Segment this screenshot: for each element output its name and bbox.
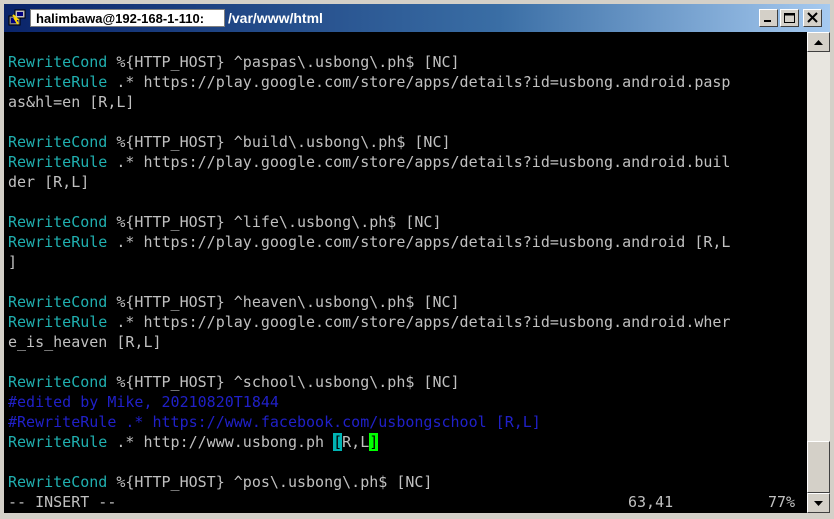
directive-args: .* https://play.google.com/store/apps/de… bbox=[107, 153, 731, 171]
directive-keyword: RewriteCond bbox=[8, 473, 108, 491]
directive-keyword: RewriteCond bbox=[8, 133, 108, 151]
directive-line: RewriteCond %{HTTP_HOST} ^pos\.usbong\.p… bbox=[8, 472, 432, 492]
directive-keyword: RewriteRule bbox=[8, 73, 108, 91]
directive-line: RewriteCond %{HTTP_HOST} ^school\.usbong… bbox=[8, 372, 460, 392]
comment-line: #RewriteRule .* https://www.facebook.com… bbox=[8, 413, 541, 431]
directive-keyword: RewriteCond bbox=[8, 213, 108, 231]
directive-args: .* https://play.google.com/store/apps/de… bbox=[107, 313, 731, 331]
directive-line: RewriteCond %{HTTP_HOST} ^paspas\.usbong… bbox=[8, 52, 460, 72]
directive-line: RewriteCond %{HTTP_HOST} ^heaven\.usbong… bbox=[8, 292, 460, 312]
directive-args: .* https://play.google.com/store/apps/de… bbox=[107, 233, 731, 251]
directive-args: %{HTTP_HOST} ^build\.usbong\.ph$ [NC] bbox=[107, 133, 451, 151]
directive-line: RewriteRule .* https://play.google.com/s… bbox=[8, 72, 730, 92]
directive-args: %{HTTP_HOST} ^life\.usbong\.ph$ [NC] bbox=[107, 213, 442, 231]
directive-keyword: RewriteRule bbox=[8, 153, 108, 171]
directive-line: RewriteCond %{HTTP_HOST} ^build\.usbong\… bbox=[8, 132, 451, 152]
comment-line: #edited by Mike, 20210820T1844 bbox=[8, 393, 279, 411]
mode-indicator: -- INSERT -- bbox=[8, 493, 117, 511]
directive-line: RewriteRule .* https://play.google.com/s… bbox=[8, 232, 730, 252]
code-line: ] bbox=[8, 253, 18, 271]
directive-args: %{HTTP_HOST} ^heaven\.usbong\.ph$ [NC] bbox=[107, 293, 460, 311]
bracket-match-highlight: [ bbox=[333, 433, 343, 451]
directive-line: RewriteCond %{HTTP_HOST} ^life\.usbong\.… bbox=[8, 212, 441, 232]
scroll-up-button[interactable] bbox=[807, 32, 830, 52]
code-line: e_is_heaven [R,L] bbox=[8, 333, 162, 351]
window-title-host: halimbawa@192-168-1-110: bbox=[30, 9, 225, 27]
putty-window: halimbawa@192-168-1-110: /var/www/html R… bbox=[0, 0, 834, 519]
maximize-icon bbox=[784, 13, 795, 23]
window-title-path: /var/www/html bbox=[228, 10, 323, 26]
code-line: der [R,L] bbox=[8, 173, 90, 191]
directive-keyword: RewriteCond bbox=[8, 373, 108, 391]
close-icon bbox=[807, 12, 818, 23]
cursor-position: 63,41 bbox=[628, 493, 674, 511]
putty-icon bbox=[8, 9, 26, 26]
directive-args: .* http://www.usbong.ph bbox=[107, 433, 334, 451]
directive-line: RewriteRule .* https://play.google.com/s… bbox=[8, 312, 730, 332]
maximize-button[interactable] bbox=[780, 9, 799, 27]
terminal-screen[interactable]: RewriteCond %{HTTP_HOST} ^paspas\.usbong… bbox=[4, 32, 807, 513]
directive-keyword: RewriteCond bbox=[8, 293, 108, 311]
vim-status-bar: -- INSERT -- 63,41 77% bbox=[8, 492, 803, 512]
scrollbar-thumb[interactable] bbox=[807, 441, 830, 493]
directive-keyword: RewriteRule bbox=[8, 233, 108, 251]
minimize-icon bbox=[764, 20, 771, 22]
scroll-percent: 77% bbox=[768, 493, 796, 511]
directive-args: .* https://play.google.com/store/apps/de… bbox=[107, 73, 731, 91]
directive-args: %{HTTP_HOST} ^pos\.usbong\.ph$ [NC] bbox=[107, 473, 433, 491]
vertical-scrollbar[interactable] bbox=[807, 32, 830, 513]
text-cursor: ] bbox=[369, 433, 379, 451]
directive-keyword: RewriteCond bbox=[8, 53, 108, 71]
directive-line: RewriteRule .* http://www.usbong.ph [R,L… bbox=[8, 432, 379, 452]
directive-line: RewriteRule .* https://play.google.com/s… bbox=[8, 152, 730, 172]
code-line: as&hl=en [R,L] bbox=[8, 93, 135, 111]
directive-args: %{HTTP_HOST} ^school\.usbong\.ph$ [NC] bbox=[107, 373, 460, 391]
title-bar[interactable]: halimbawa@192-168-1-110: /var/www/html bbox=[4, 4, 830, 32]
close-button[interactable] bbox=[803, 9, 822, 27]
scroll-down-button[interactable] bbox=[807, 493, 830, 513]
directive-args: R,L bbox=[342, 433, 370, 451]
directive-keyword: RewriteRule bbox=[8, 313, 108, 331]
minimize-button[interactable] bbox=[759, 9, 778, 27]
arrow-up-icon bbox=[814, 40, 823, 45]
directive-keyword: RewriteRule bbox=[8, 433, 108, 451]
directive-args: %{HTTP_HOST} ^paspas\.usbong\.ph$ [NC] bbox=[107, 53, 460, 71]
arrow-down-icon bbox=[814, 501, 823, 506]
